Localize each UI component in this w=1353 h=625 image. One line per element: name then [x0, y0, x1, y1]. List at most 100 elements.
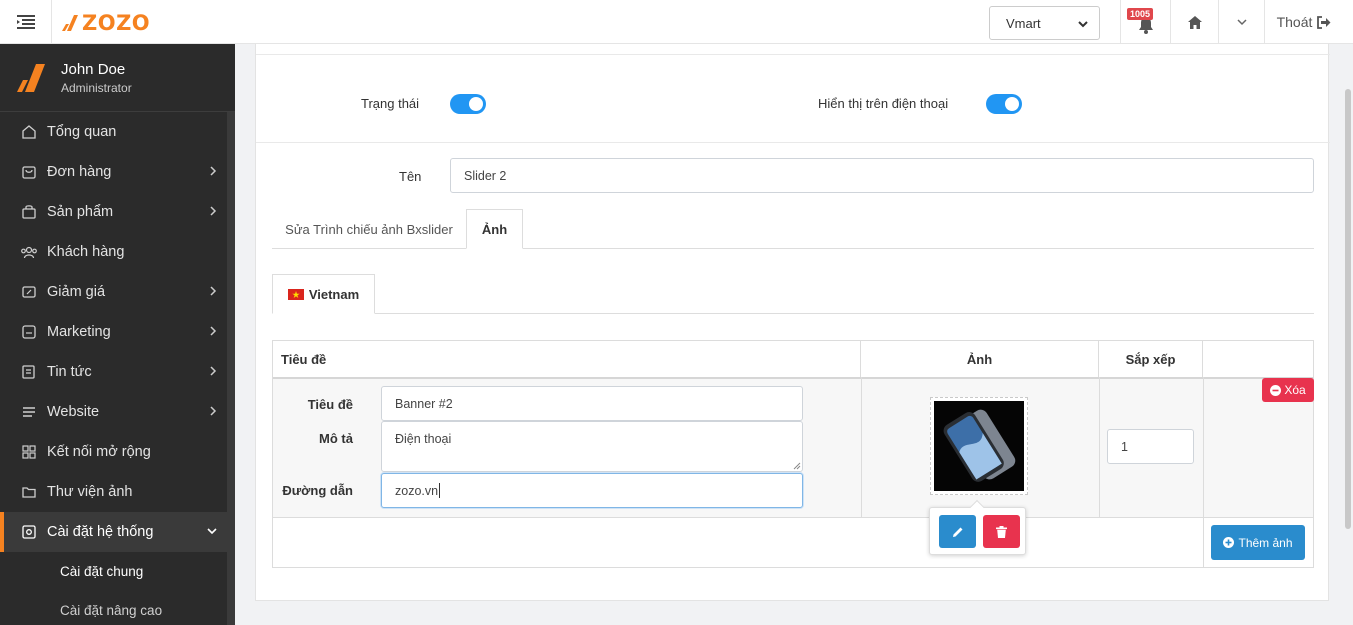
resize-handle-icon[interactable]: [793, 462, 801, 470]
slider-edit-card: Trạng thái Hiển thị trên điện thoại Tên …: [255, 44, 1330, 601]
tab-language-vietnam[interactable]: Vietnam: [272, 274, 375, 314]
column-divider: [1203, 377, 1204, 567]
sidebar-item-label: Tổng quan: [47, 124, 117, 140]
tab-images[interactable]: Ảnh: [466, 209, 523, 249]
sidebar-item-gallery[interactable]: Thư viện ảnh: [0, 472, 235, 512]
images-table: Tiêu đề Ảnh Sắp xếp Tiêu đề Banner #2 Mô…: [272, 340, 1314, 568]
sidebar-item-marketing[interactable]: Marketing: [0, 312, 235, 352]
delete-image-button[interactable]: [983, 515, 1020, 548]
sidebar-subitem-general-settings[interactable]: Cài đặt chung: [0, 552, 235, 591]
sidebar-item-website[interactable]: Website: [0, 392, 235, 432]
mobile-display-toggle[interactable]: [986, 94, 1022, 114]
sidebar-item-orders[interactable]: Đơn hàng: [0, 152, 235, 192]
row-description-label: Mô tả: [319, 431, 353, 446]
notification-button[interactable]: 1005: [1120, 0, 1170, 44]
mobile-display-label: Hiển thị trên điện thoại: [818, 96, 949, 111]
column-divider: [861, 377, 862, 517]
row-title-input[interactable]: Banner #2: [381, 386, 803, 421]
name-input[interactable]: Slider 2: [450, 158, 1314, 193]
vietnam-flag-icon: [287, 288, 304, 300]
chevron-right-icon: [210, 406, 217, 416]
sidebar-item-label: Khách hàng: [47, 244, 125, 260]
store-select-value: Vmart: [1006, 15, 1041, 31]
sidebar-item-label: Đơn hàng: [47, 164, 112, 180]
add-image-label: Thêm ảnh: [1238, 535, 1293, 550]
store-select[interactable]: Vmart: [989, 6, 1100, 40]
sidebar-item-products[interactable]: Sản phẩm: [0, 192, 235, 232]
sidebar-item-overview[interactable]: Tổng quan: [0, 112, 235, 152]
status-toggle[interactable]: [450, 94, 486, 114]
row-title-label: Tiêu đề: [307, 397, 353, 412]
column-header-sort: Sắp xếp: [1099, 341, 1203, 377]
chevron-down-icon: [1078, 21, 1088, 28]
grid-icon: [20, 443, 38, 461]
sidebar-item-label: Tin tức: [47, 364, 92, 380]
sidebar-scrollbar[interactable]: [227, 112, 235, 625]
user-name: John Doe: [61, 60, 126, 78]
language-tabs-baseline: [272, 313, 1314, 314]
chevron-right-icon: [210, 286, 217, 296]
column-header-actions: [1203, 341, 1313, 377]
text-cursor: [439, 483, 441, 498]
main-scrollbar[interactable]: [1343, 44, 1353, 625]
header-divider: [273, 377, 1313, 379]
edit-image-button[interactable]: [939, 515, 976, 548]
delete-row-button[interactable]: Xóa: [1262, 378, 1314, 402]
row-link-input[interactable]: zozo.vn: [381, 473, 803, 508]
minus-circle-icon: [1270, 384, 1282, 396]
row-description-textarea[interactable]: Điện thoại: [381, 421, 803, 472]
sidebar-subitem-advanced-settings[interactable]: Cài đặt nâng cao: [0, 591, 235, 625]
row-link-value: zozo.vn: [395, 483, 439, 498]
column-divider: [1099, 377, 1100, 517]
sidebar-item-extensions[interactable]: Kết nối mở rộng: [0, 432, 235, 472]
sidebar-item-news[interactable]: Tin tức: [0, 352, 235, 392]
news-icon: [20, 363, 38, 381]
sidebar-item-discounts[interactable]: Giảm giá: [0, 272, 235, 312]
plus-circle-icon: [1223, 537, 1235, 548]
row-description-value: Điện thoại: [395, 432, 452, 446]
hamburger-menu-button[interactable]: [0, 0, 52, 44]
marketing-icon: [20, 323, 38, 341]
sidebar-item-label: Website: [47, 404, 100, 420]
coupon-icon: [20, 283, 38, 301]
menu-toggle-icon: [16, 15, 35, 29]
sidebar-item-system-settings[interactable]: Cài đặt hệ thống: [0, 512, 235, 552]
menu-icon: [20, 403, 38, 421]
name-input-value: Slider 2: [464, 168, 507, 183]
chevron-right-icon: [210, 166, 217, 176]
column-header-title: Tiêu đề: [273, 341, 861, 377]
chevron-right-icon: [210, 206, 217, 216]
settings-icon: [20, 523, 38, 541]
trash-icon: [996, 525, 1007, 538]
add-image-button[interactable]: Thêm ảnh: [1211, 525, 1305, 560]
user-dropdown-button[interactable]: [1218, 0, 1264, 44]
sidebar-item-label: Thư viện ảnh: [47, 484, 133, 500]
sidebar-item-label: Marketing: [47, 324, 111, 340]
chevron-down-icon: [207, 528, 217, 535]
divider: [256, 54, 1330, 55]
logo-text: ZOZO: [82, 11, 151, 35]
pencil-icon: [952, 527, 962, 537]
row-link-label: Đường dẫn: [282, 483, 353, 498]
home-icon: [20, 123, 38, 141]
tab-label: Sửa Trình chiếu ảnh Bxslider: [285, 221, 453, 237]
name-label: Tên: [399, 169, 422, 184]
phone-product-image: [934, 401, 1024, 491]
row-divider: [273, 517, 1313, 518]
sort-order-input[interactable]: 1: [1107, 429, 1194, 464]
main-scrollbar-thumb[interactable]: [1345, 89, 1351, 529]
sidebar-item-label: Kết nối mở rộng: [47, 444, 151, 460]
logout-button[interactable]: Thoát: [1264, 0, 1343, 44]
home-button[interactable]: [1170, 0, 1218, 44]
logout-label: Thoát: [1276, 14, 1313, 30]
tab-edit-bxslider[interactable]: Sửa Trình chiếu ảnh Bxslider: [272, 209, 466, 249]
brand-logo[interactable]: ZOZO: [60, 10, 150, 36]
bag-icon: [20, 203, 38, 221]
sidebar-subitem-label: Cài đặt chung: [60, 564, 144, 579]
chevron-right-icon: [210, 366, 217, 376]
user-profile[interactable]: John Doe Administrator: [0, 44, 235, 112]
image-thumbnail[interactable]: [930, 397, 1028, 495]
sidebar-subitem-label: Cài đặt nâng cao: [60, 603, 163, 618]
sidebar-item-customers[interactable]: Khách hàng: [0, 232, 235, 272]
logo-mark-icon: [17, 63, 45, 92]
